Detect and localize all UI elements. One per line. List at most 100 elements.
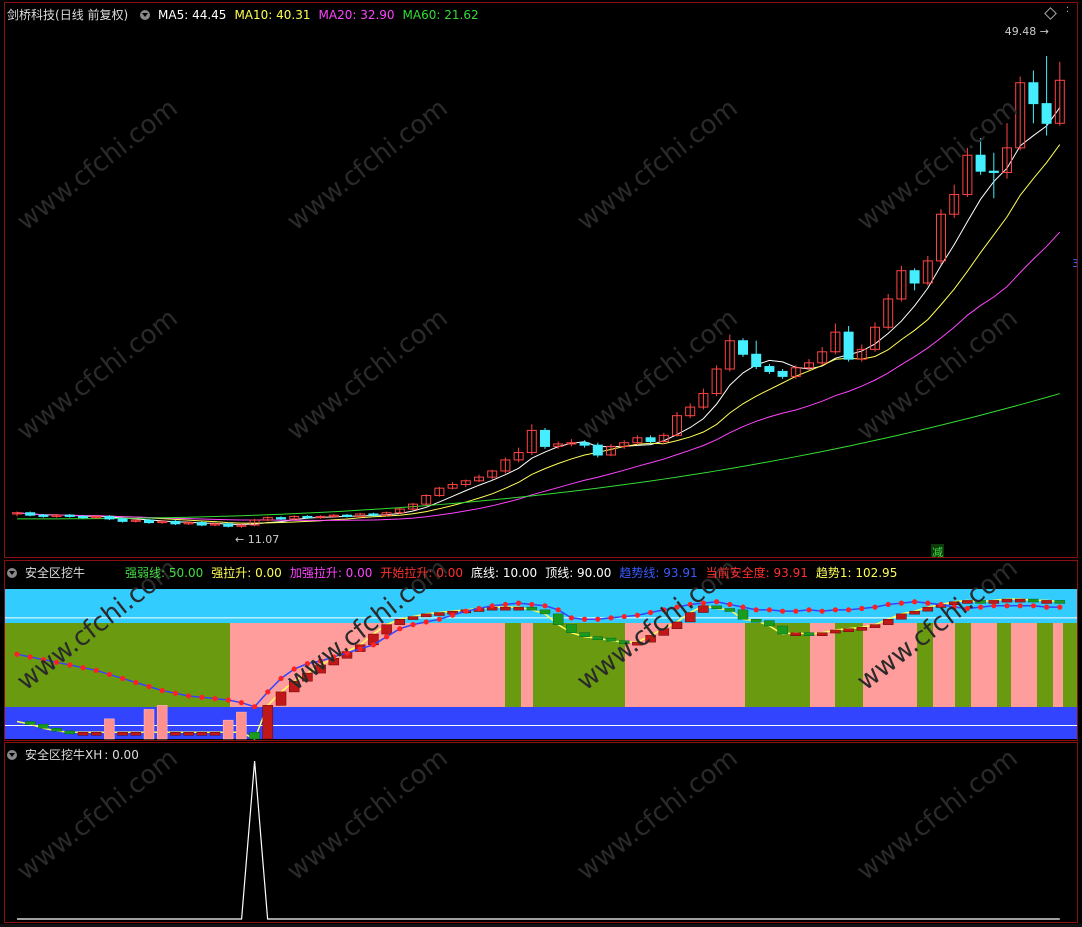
- ma5-line: [16, 107, 1061, 526]
- zone-pink: [971, 623, 997, 707]
- trend-block: [420, 613, 432, 618]
- zone-pink: [863, 623, 917, 707]
- safety-point: [793, 608, 799, 614]
- ma10-line: [16, 144, 1061, 524]
- ma-3: MA60: 21.62: [402, 8, 479, 22]
- candle-body: [738, 340, 748, 355]
- indicator-name: 安全区挖牛: [25, 566, 86, 580]
- param-7: 当前安全度: 93.91: [705, 566, 808, 580]
- trend-block: [816, 632, 828, 636]
- price-header: 剑桥科技(日线 前复权) MA5: 44.45 MA10: 40.31 MA20: …: [7, 6, 495, 23]
- safety-point: [463, 608, 469, 614]
- safety-point: [542, 603, 548, 609]
- candle-body: [1028, 82, 1039, 105]
- trend-block: [724, 608, 736, 612]
- candlestick-chart[interactable]: [5, 3, 1077, 557]
- candle-body: [751, 353, 762, 368]
- safety-point: [93, 667, 99, 673]
- xh-name: 安全区挖牛XH: [25, 748, 103, 762]
- candle-body: [843, 331, 854, 360]
- trend-block: [698, 605, 709, 613]
- safety-point: [859, 605, 865, 612]
- price-panel[interactable]: 剑桥科技(日线 前复权) MA5: 44.45 MA10: 40.31 MA20: …: [4, 2, 1078, 558]
- param-8: 趋势1: 102.95: [815, 566, 898, 580]
- dropdown-icon[interactable]: [7, 750, 17, 760]
- trend-block: [711, 605, 722, 610]
- candle-body: [223, 523, 234, 527]
- pink-bar: [222, 719, 234, 740]
- trend-block: [632, 641, 643, 646]
- pink-bar: [104, 718, 115, 740]
- xh-panel[interactable]: 安全区挖牛XH: 0.00: [4, 742, 1078, 923]
- high-price-label: 49.48 →: [1004, 25, 1049, 38]
- trend-block: [24, 721, 36, 725]
- trend-block: [790, 632, 802, 636]
- safety-point: [133, 679, 139, 686]
- trend-block: [922, 606, 934, 612]
- xh-chart[interactable]: [5, 743, 1077, 922]
- safety-point: [146, 683, 152, 690]
- safety-point: [436, 616, 442, 622]
- safety-point: [199, 694, 205, 700]
- zone-pink: [625, 623, 745, 707]
- safety-point: [278, 675, 284, 682]
- safety-point: [265, 689, 271, 695]
- safety-point: [898, 600, 905, 606]
- dropdown-icon[interactable]: [7, 568, 17, 578]
- trend-block: [500, 606, 511, 611]
- trend-block: [777, 625, 788, 635]
- safety-point: [1057, 604, 1063, 610]
- candle-body: [117, 518, 128, 522]
- safety-point: [582, 616, 588, 622]
- more-dots-icon[interactable]: · ·: [1066, 4, 1069, 18]
- safety-point: [357, 646, 363, 652]
- safety-point: [397, 626, 403, 632]
- safety-point: [819, 608, 825, 614]
- safety-point: [806, 607, 812, 613]
- candle-body: [25, 512, 36, 516]
- trend-block: [856, 627, 868, 631]
- trend-block: [51, 727, 62, 732]
- low-price-value: 11.07: [247, 533, 280, 546]
- trend-block: [77, 732, 89, 736]
- indicator-header: 安全区挖牛 强弱线: 50.00 强拉升: 0.00 加强拉升: 0.00 开始拉升: …: [7, 564, 913, 581]
- trend-block: [183, 732, 194, 736]
- param-3: 开始拉升: 0.00: [380, 566, 463, 580]
- safety-point: [370, 642, 376, 648]
- safety-point: [331, 654, 337, 660]
- indicator-legend: 强弱线: 50.00 强拉升: 0.00 加强拉升: 0.00 开始拉升: 0.00 底…: [125, 566, 905, 580]
- candle-body: [975, 154, 986, 172]
- trend-block: [750, 619, 762, 623]
- ma20-line: [16, 231, 1061, 521]
- safety-point: [186, 693, 192, 699]
- trend-block: [64, 730, 76, 735]
- period-label: (日线 前复权): [55, 8, 129, 22]
- indicator-panel[interactable]: 安全区挖牛 强弱线: 50.00 强拉升: 0.00 加强拉升: 0.00 开始拉升: …: [4, 560, 1078, 741]
- trend-block: [90, 732, 102, 736]
- safety-zone-chart[interactable]: [5, 561, 1077, 740]
- safety-point: [212, 696, 218, 702]
- safety-point: [595, 616, 601, 622]
- trend-block: [896, 613, 907, 620]
- safety-point: [67, 662, 73, 668]
- reduce-signal: 减: [931, 544, 944, 558]
- safety-point: [687, 601, 693, 608]
- candle-body: [764, 366, 775, 372]
- trend-block: [592, 636, 604, 640]
- safety-point: [780, 608, 786, 614]
- safety-point: [727, 601, 733, 608]
- param-6: 趋势线: 93.91: [619, 566, 698, 580]
- pink-bar: [236, 711, 247, 740]
- trend-block: [909, 610, 920, 615]
- trend-block: [1054, 600, 1066, 604]
- candle-body: [1041, 103, 1052, 124]
- trend-block: [948, 601, 960, 606]
- trend-block: [1001, 598, 1013, 603]
- low-price-label: ← 11.07: [235, 533, 280, 546]
- ma-legend: MA5: 44.45 MA10: 40.31 MA20: 32.90 MA60: 21…: [158, 8, 487, 22]
- trend-block: [988, 600, 1000, 604]
- trend-block: [764, 620, 775, 627]
- dropdown-icon[interactable]: [140, 10, 151, 20]
- safety-point: [740, 604, 746, 610]
- candle-body: [302, 515, 313, 519]
